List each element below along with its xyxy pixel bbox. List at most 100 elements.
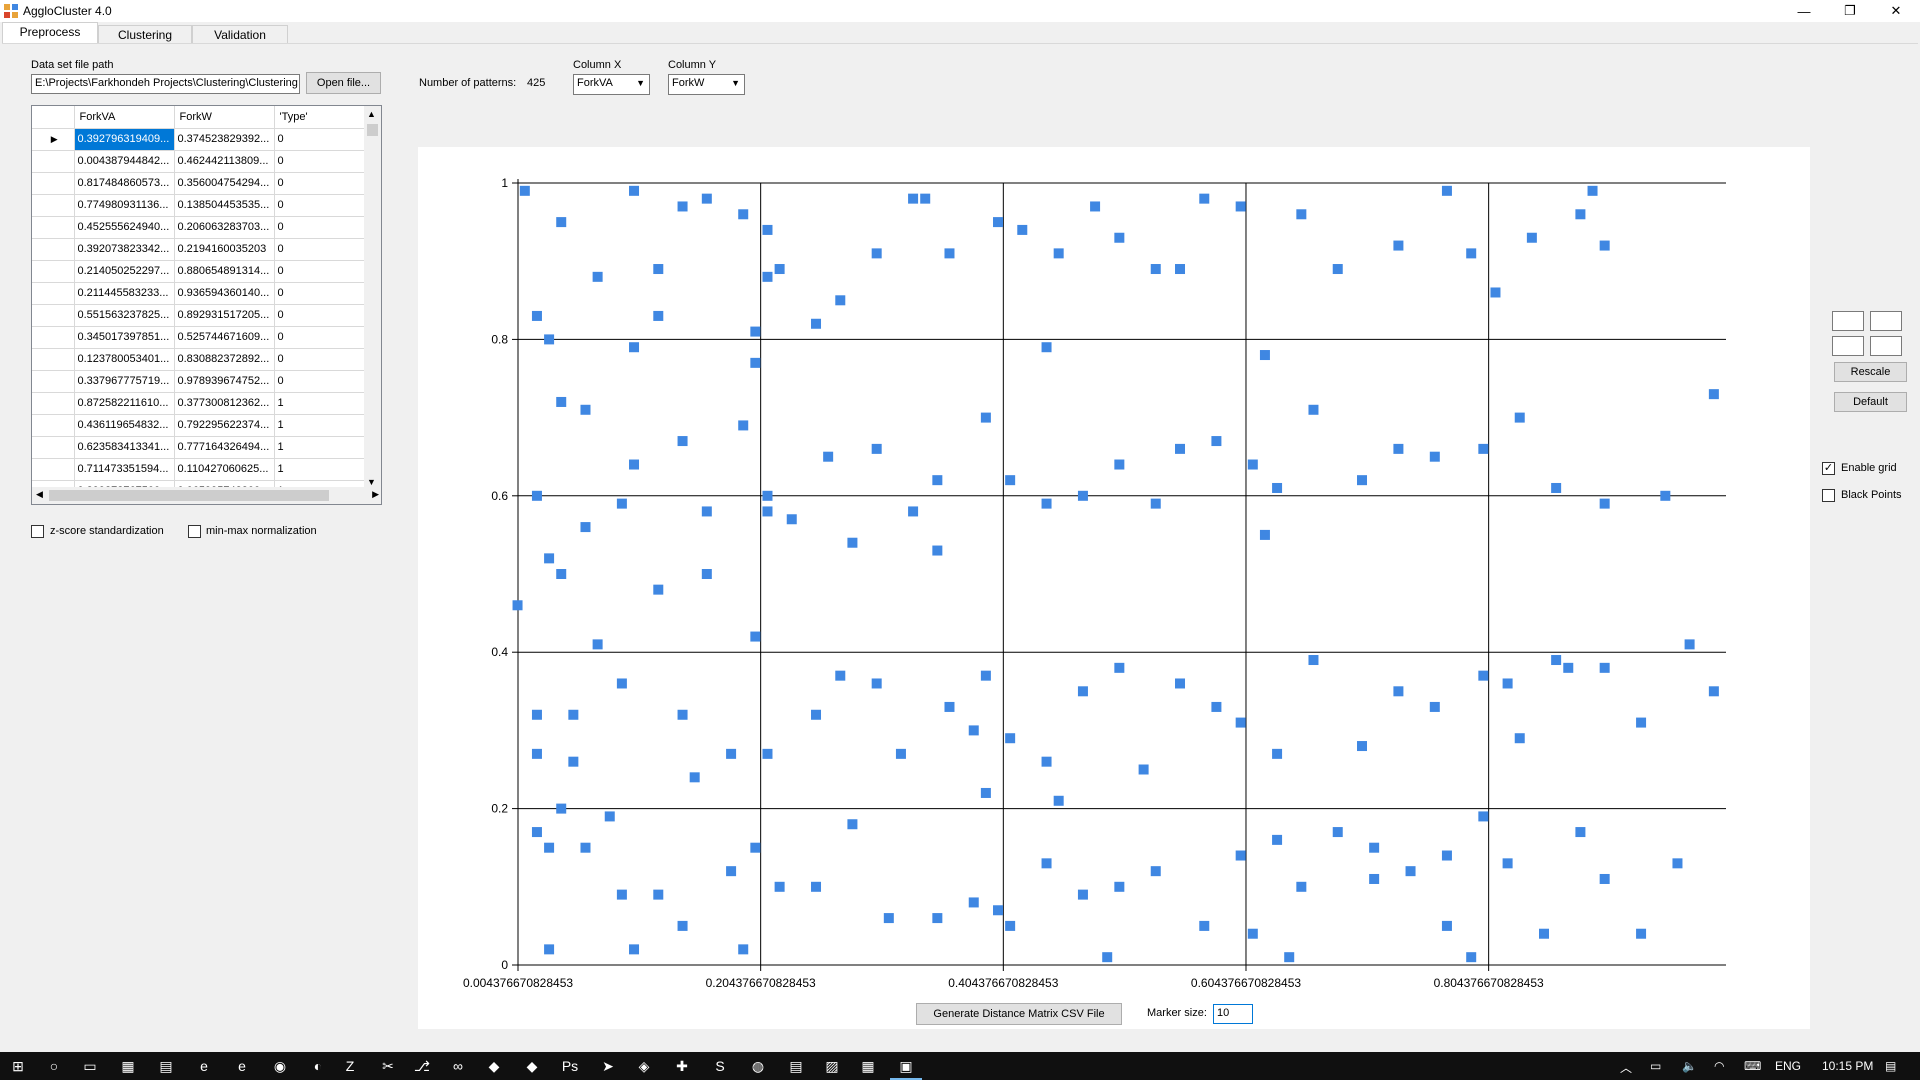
table-cell[interactable]: 1 (274, 458, 367, 481)
path-field[interactable]: E:\Projects\Farkhondeh Projects\Clusteri… (31, 74, 300, 94)
column-header[interactable]: ForkW (174, 106, 275, 129)
column-y-select[interactable]: ForkW ▼ (668, 74, 745, 95)
enable-grid-checkbox[interactable]: ✓ (1822, 462, 1835, 475)
taskbar-app-icon[interactable]: ▨ (822, 1056, 842, 1076)
table-cell[interactable]: 0 (274, 260, 367, 283)
table-cell[interactable]: 0.436119654832... (74, 414, 175, 437)
table-cell[interactable]: 0.872582211610... (74, 392, 175, 415)
table-cell[interactable]: 0.892931517205... (174, 304, 275, 327)
table-cell[interactable]: 0.623583413341... (74, 436, 175, 459)
table-row[interactable]: 0.392073823342... 0.2194160035203 0 (32, 238, 367, 261)
range-field[interactable] (1870, 336, 1902, 356)
vertical-scrollbar[interactable]: ▲ ▼ (364, 106, 381, 489)
row-header[interactable] (32, 260, 75, 283)
maximize-button[interactable]: ❐ (1827, 0, 1873, 22)
taskbar-app-icon[interactable]: e (232, 1056, 252, 1076)
table-cell[interactable]: 0.830882372892... (174, 348, 275, 371)
table-cell[interactable]: 0 (274, 348, 367, 371)
column-header[interactable]: ForkVA (74, 106, 175, 129)
search-icon[interactable]: ○ (44, 1056, 64, 1076)
taskbar-app-icon[interactable]: ▦ (118, 1056, 138, 1076)
table-cell[interactable]: 0 (274, 128, 367, 151)
open-file-button[interactable]: Open file... (306, 72, 381, 94)
close-button[interactable]: ✕ (1873, 0, 1919, 22)
taskbar-app-icon[interactable]: ◆ (484, 1056, 504, 1076)
zscore-checkbox[interactable] (31, 525, 44, 538)
row-header[interactable] (32, 150, 75, 173)
table-cell[interactable]: 0 (274, 282, 367, 305)
taskbar-app-icon[interactable]: ▤ (786, 1056, 806, 1076)
table-cell[interactable]: 0.452555624940... (74, 216, 175, 239)
table-cell[interactable]: 0.777164326494... (174, 436, 275, 459)
column-x-select[interactable]: ForkVA ▼ (573, 74, 650, 95)
table-cell[interactable]: 0.377300812362... (174, 392, 275, 415)
table-cell[interactable]: 0 (274, 304, 367, 327)
black-points-checkbox[interactable] (1822, 489, 1835, 502)
taskbar-app-icon[interactable]: Z (340, 1056, 360, 1076)
table-cell[interactable]: 1 (274, 436, 367, 459)
scroll-up-icon[interactable]: ▲ (367, 109, 376, 119)
table-cell[interactable]: 0 (274, 194, 367, 217)
table-cell[interactable]: 0.551563237825... (74, 304, 175, 327)
table-cell[interactable]: 0.337967775719... (74, 370, 175, 393)
table-cell[interactable]: 0.392796319409... (74, 128, 175, 151)
taskbar-app-icon[interactable]: ∞ (448, 1056, 468, 1076)
column-header[interactable]: 'Type' (274, 106, 367, 129)
row-header[interactable] (32, 216, 75, 239)
generate-matrix-button[interactable]: Generate Distance Matrix CSV File (916, 1003, 1122, 1025)
taskbar-app-icon[interactable]: ✂ (378, 1056, 398, 1076)
row-header[interactable] (32, 194, 75, 217)
table-row[interactable]: 0.004387944842... 0.462442113809... 0 (32, 150, 367, 173)
taskbar-app-icon[interactable]: e (194, 1056, 214, 1076)
tab-clustering[interactable]: Clustering (98, 25, 192, 44)
table-row[interactable]: 0.337967775719... 0.978939674752... 0 (32, 370, 367, 393)
taskbar-app-icon[interactable]: Ps (560, 1056, 580, 1076)
table-cell[interactable]: 0.774980931136... (74, 194, 175, 217)
table-cell[interactable]: 1 (274, 392, 367, 415)
clock[interactable]: 10:15 PM (1822, 1059, 1873, 1073)
row-header[interactable] (32, 414, 75, 437)
table-row[interactable]: 0.551563237825... 0.892931517205... 0 (32, 304, 367, 327)
table-cell[interactable]: 0.711473351594... (74, 458, 175, 481)
table-row[interactable]: 0.211445583233... 0.936594360140... 0 (32, 282, 367, 305)
row-header[interactable] (32, 348, 75, 371)
taskbar-app-icon[interactable]: ◉ (270, 1056, 290, 1076)
marker-size-field[interactable]: 10 (1213, 1004, 1253, 1024)
range-field[interactable] (1832, 311, 1864, 331)
table-cell[interactable]: 0.138504453535... (174, 194, 275, 217)
table-cell[interactable]: 0.880654891314... (174, 260, 275, 283)
taskbar-app-icon[interactable]: ◆ (522, 1056, 542, 1076)
range-field[interactable] (1870, 311, 1902, 331)
language-indicator[interactable]: ENG (1775, 1059, 1801, 1073)
rescale-button[interactable]: Rescale (1834, 362, 1907, 382)
volume-icon[interactable]: 🔈 (1682, 1059, 1697, 1073)
horizontal-scrollbar[interactable]: ◀ ▶ (32, 487, 381, 504)
row-header[interactable] (32, 458, 75, 481)
table-cell[interactable]: 0 (274, 150, 367, 173)
row-header[interactable] (32, 436, 75, 459)
table-row[interactable]: 0.711473351594... 0.110427060625... 1 (32, 458, 367, 481)
table-row[interactable]: 0.623583413341... 0.777164326494... 1 (32, 436, 367, 459)
table-cell[interactable]: 0.345017397851... (74, 326, 175, 349)
row-header[interactable] (32, 370, 75, 393)
notifications-icon[interactable]: ▤ (1885, 1059, 1896, 1073)
table-cell[interactable]: 0 (274, 370, 367, 393)
taskbar-app-icon[interactable]: ⎇ (412, 1056, 432, 1076)
table-cell[interactable]: 0.2194160035203 (174, 238, 275, 261)
battery-icon[interactable]: ▭ (1650, 1059, 1661, 1073)
taskbar-app-icon[interactable]: ▤ (156, 1056, 176, 1076)
table-cell[interactable]: 0.936594360140... (174, 282, 275, 305)
table-row[interactable]: 0.774980931136... 0.138504453535... 0 (32, 194, 367, 217)
scroll-thumb[interactable] (49, 490, 329, 501)
tray-chevron-icon[interactable]: ︿ (1620, 1059, 1632, 1076)
table-cell[interactable]: 0 (274, 326, 367, 349)
table-cell[interactable]: 0.356004754294... (174, 172, 275, 195)
table-row[interactable]: 0.345017397851... 0.525744671609... 0 (32, 326, 367, 349)
row-header[interactable] (32, 238, 75, 261)
table-row[interactable]: 0.123780053401... 0.830882372892... 0 (32, 348, 367, 371)
taskbar-app-icon[interactable]: ✚ (672, 1056, 692, 1076)
row-header[interactable] (32, 392, 75, 415)
data-grid[interactable]: ForkVA ForkW 'Type' ▶ 0.392796319409... 0.… (31, 105, 382, 505)
taskbar-app-icon[interactable]: ◐ (308, 1056, 328, 1076)
taskbar-app-icon[interactable]: ◈ (634, 1056, 654, 1076)
